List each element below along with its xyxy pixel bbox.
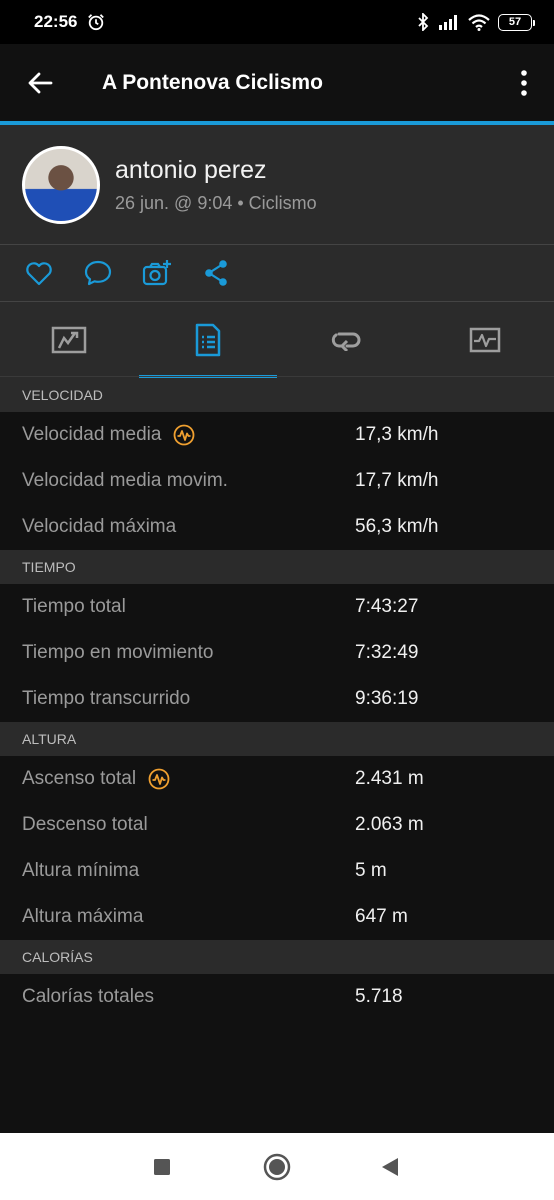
stat-row: Tiempo total 7:43:27 (0, 584, 554, 630)
stat-row: Altura mínima 5 m (0, 848, 554, 894)
wifi-icon (468, 13, 490, 31)
stat-label: Descenso total (22, 814, 355, 836)
more-vertical-icon (521, 69, 527, 96)
stat-row: Tiempo transcurrido 9:36:19 (0, 676, 554, 722)
stat-label-text: Velocidad media movim. (22, 470, 228, 491)
chart-monitor-icon (469, 327, 500, 353)
stat-row: Velocidad máxima 56,3 km/h (0, 504, 554, 550)
signal-icon (439, 15, 457, 30)
stat-value: 17,3 km/h (355, 424, 439, 445)
square-icon (154, 1158, 170, 1175)
loop-icon (332, 332, 361, 351)
stat-label: Velocidad media movim. (22, 470, 355, 492)
arrow-left-icon (28, 72, 53, 93)
action-bar (0, 245, 554, 301)
bluetooth-icon (418, 13, 429, 31)
avatar[interactable] (22, 145, 100, 224)
stat-row: Tiempo en movimiento 7:32:49 (0, 630, 554, 676)
stat-value: 2.431 m (355, 768, 424, 789)
stat-label: Ascenso total (22, 768, 355, 790)
tab-map[interactable] (0, 302, 139, 378)
stat-row: Calorías totales 5.718 (0, 974, 554, 1020)
section-header: CALORÍAS (0, 940, 554, 974)
activity-meta: 26 jun. @ 9:04 • Ciclismo (115, 192, 317, 213)
activity-badge-icon[interactable] (148, 768, 170, 790)
stat-label-text: Velocidad máxima (22, 516, 177, 537)
status-time: 22:56 (34, 12, 78, 31)
stat-label: Tiempo transcurrido (22, 688, 355, 710)
stat-label: Velocidad máxima (22, 516, 355, 538)
stat-label: Tiempo total (22, 596, 355, 618)
page-title: A Pontenova Ciclismo (102, 70, 323, 94)
section-header: ALTURA (0, 722, 554, 756)
stat-label: Velocidad media (22, 424, 355, 446)
back-button[interactable] (0, 44, 80, 121)
section-header: VELOCIDAD (0, 378, 554, 412)
add-photo-icon[interactable] (142, 258, 172, 288)
stat-value: 17,7 km/h (355, 470, 439, 491)
stat-label-text: Calorías totales (22, 986, 155, 1007)
heart-icon[interactable] (24, 258, 54, 288)
stat-label: Calorías totales (22, 986, 355, 1008)
stat-value: 5 m (355, 860, 387, 881)
share-icon[interactable] (201, 258, 231, 288)
tab-bar (0, 302, 554, 378)
more-options-button[interactable] (494, 44, 554, 121)
battery-indicator: 57 (498, 13, 535, 31)
triangle-back-icon (382, 1157, 398, 1176)
stat-label-text: Velocidad media (22, 424, 162, 445)
activity-badge-icon[interactable] (173, 424, 195, 446)
stats-list: VELOCIDAD Velocidad media 17,3 km/h Velocid… (0, 378, 554, 1020)
navigation-bar (0, 1133, 554, 1200)
tab-stats[interactable] (138, 302, 278, 378)
stat-row: Velocidad media 17,3 km/h (0, 412, 554, 458)
comment-icon[interactable] (83, 258, 113, 288)
stat-row: Altura máxima 647 m (0, 894, 554, 940)
circle-icon (263, 1153, 291, 1180)
stat-label-text: Altura máxima (22, 906, 144, 927)
stat-label-text: Tiempo transcurrido (22, 688, 191, 709)
tab-charts[interactable] (416, 302, 554, 378)
stat-label-text: Ascenso total (22, 768, 137, 789)
alarm-icon (88, 14, 105, 31)
stat-label: Altura máxima (22, 906, 355, 928)
stat-value: 2.063 m (355, 814, 424, 835)
recents-button[interactable] (132, 1133, 192, 1200)
stat-label: Tiempo en movimiento (22, 642, 355, 664)
stat-value: 5.718 (355, 986, 403, 1007)
divider (0, 376, 554, 377)
stat-row: Velocidad media movim. 17,7 km/h (0, 458, 554, 504)
status-bar: 22:56 57 (0, 0, 554, 44)
section-header: TIEMPO (0, 550, 554, 584)
activity-header: antonio perez 26 jun. @ 9:04 • Ciclismo (0, 125, 554, 244)
stat-row: Ascenso total 2.431 m (0, 756, 554, 802)
tab-laps[interactable] (277, 302, 416, 378)
stat-value: 7:32:49 (355, 642, 419, 663)
battery-level: 57 (508, 16, 522, 28)
stat-value: 647 m (355, 906, 408, 927)
stat-label-text: Tiempo en movimiento (22, 642, 214, 663)
home-button[interactable] (247, 1133, 307, 1200)
stat-value: 56,3 km/h (355, 516, 439, 537)
app-bar: A Pontenova Ciclismo (0, 44, 554, 121)
stat-label: Altura mínima (22, 860, 355, 882)
stat-row: Descenso total 2.063 m (0, 802, 554, 848)
map-icon (52, 326, 87, 354)
stat-label-text: Descenso total (22, 814, 148, 835)
stat-label-text: Tiempo total (22, 596, 126, 617)
user-name[interactable]: antonio perez (115, 156, 317, 185)
stat-label-text: Altura mínima (22, 860, 140, 881)
stat-value: 7:43:27 (355, 596, 419, 617)
document-list-icon (195, 323, 220, 357)
back-nav-button[interactable] (360, 1133, 420, 1200)
stat-value: 9:36:19 (355, 688, 419, 709)
